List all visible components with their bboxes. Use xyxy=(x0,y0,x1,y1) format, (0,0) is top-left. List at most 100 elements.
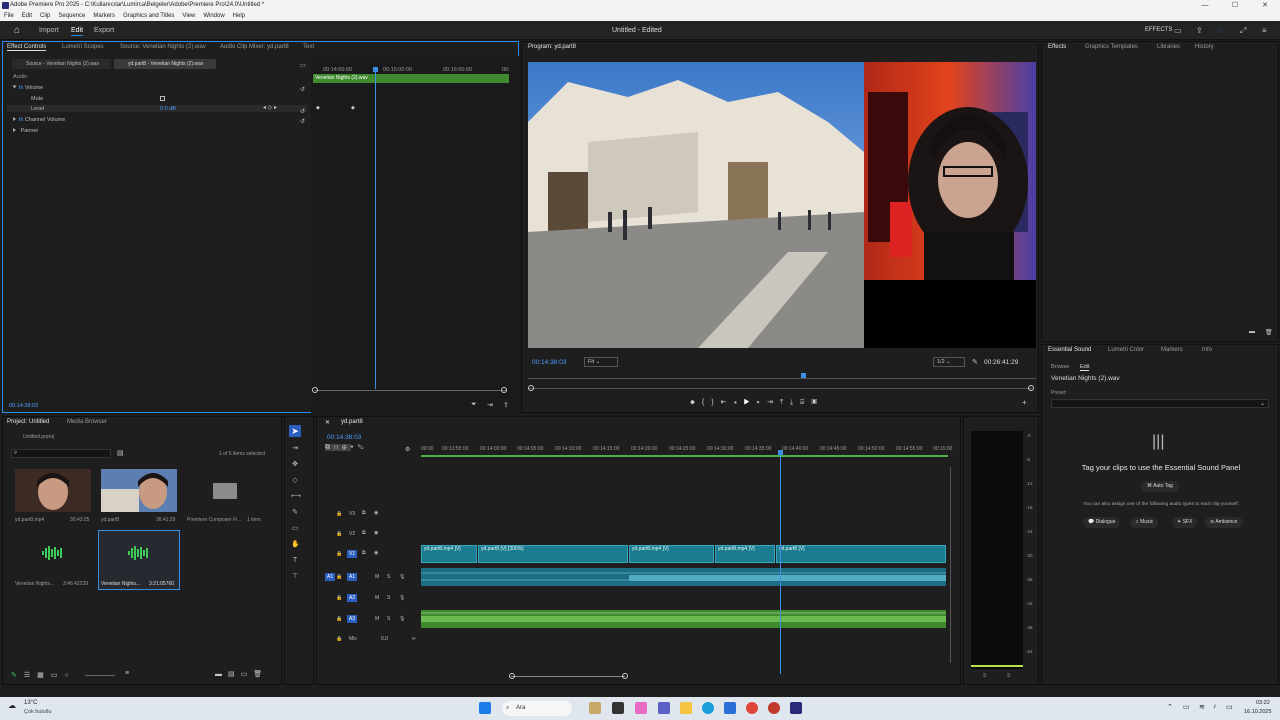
tab-source[interactable]: Source: Venetian Nights (2).wav xyxy=(120,44,206,50)
tab-graphics-templates[interactable]: Graphics Templates xyxy=(1085,44,1138,50)
type-icon[interactable]: T xyxy=(291,557,299,565)
lift-icon[interactable]: ⤒ xyxy=(780,399,790,406)
tab-export[interactable]: Export xyxy=(94,27,114,34)
video-clip[interactable]: yd.part8 [V] xyxy=(776,545,946,563)
pencil-icon[interactable]: ✎ xyxy=(11,672,24,679)
effects-workspace-button[interactable]: EFFECTS xyxy=(1145,27,1172,33)
task-view-icon[interactable] xyxy=(612,702,624,714)
timeline-zoom-left[interactable] xyxy=(509,673,515,679)
tab-libraries[interactable]: Libraries xyxy=(1157,44,1180,50)
timeline-settings-icon[interactable]: ⚙ xyxy=(405,446,410,453)
solo-icon[interactable]: S xyxy=(387,616,390,622)
timeline-playhead-handle[interactable] xyxy=(778,450,783,455)
thumb-size-slider[interactable] xyxy=(85,675,115,676)
premiere-taskbar-icon[interactable] xyxy=(790,702,802,714)
add-button-icon[interactable]: + xyxy=(1022,398,1027,407)
ambience-button[interactable]: ≋ Ambience xyxy=(1205,517,1243,528)
channel-volume-row[interactable]: fx Channel Volume xyxy=(13,117,65,123)
track-v3[interactable]: V3 xyxy=(349,511,355,517)
sort-icon[interactable]: ≡ xyxy=(125,670,129,677)
tab-project[interactable]: Project: Untitled xyxy=(7,419,49,425)
source-a1-patch[interactable]: A1 xyxy=(325,573,336,581)
audio-clip-a3[interactable] xyxy=(421,610,946,628)
sfx-button[interactable]: ✦ SFX xyxy=(1172,517,1198,528)
audio-file-icon[interactable] xyxy=(127,545,151,561)
chrome-icon[interactable] xyxy=(746,702,758,714)
keyframe-icon[interactable]: ◆ xyxy=(316,105,320,111)
tab-markers[interactable]: Markers xyxy=(1161,347,1183,353)
tab-effects[interactable]: Effects xyxy=(1048,44,1066,50)
track-mix[interactable]: Mix xyxy=(349,636,357,642)
track-select-icon[interactable]: ⇥ xyxy=(291,445,299,453)
home-icon[interactable]: ⌂ xyxy=(14,25,20,36)
program-zoom-right[interactable] xyxy=(1028,385,1034,391)
lock-icon[interactable]: 🔒 xyxy=(336,511,342,517)
mic-icon[interactable]: 🎙 xyxy=(399,595,405,601)
program-playhead[interactable] xyxy=(801,373,806,378)
weather-icon[interactable]: ☁ xyxy=(8,701,16,710)
tab-text[interactable]: Text xyxy=(303,44,314,50)
timeline-timecode[interactable]: 00:14:38:03 xyxy=(327,434,361,441)
menu-help[interactable]: Help xyxy=(233,11,245,21)
app-widget-icon[interactable] xyxy=(589,702,601,714)
sync-icon[interactable]: ⧉ xyxy=(362,530,366,536)
auto-tag-button[interactable]: ⌘ Auto Tag xyxy=(1141,481,1179,492)
tab-audio-clip-mixer[interactable]: Audio Clip Mixer: yd.part8 xyxy=(220,44,289,50)
copilot-icon[interactable] xyxy=(635,702,647,714)
file-explorer-icon[interactable] xyxy=(680,702,692,714)
ec-playhead[interactable] xyxy=(375,68,376,389)
menu-markers[interactable]: Markers xyxy=(93,11,115,21)
mix-volume-value[interactable]: 0.0 xyxy=(381,636,388,642)
clock-time[interactable]: 03:22 xyxy=(1256,700,1270,706)
reset-level-icon[interactable]: ↺ xyxy=(300,108,305,115)
play-icon[interactable]: ▶ xyxy=(744,399,757,406)
menu-graphics[interactable]: Graphics and Titles xyxy=(123,11,174,21)
mark-in-icon[interactable]: { xyxy=(702,399,711,406)
clock-date[interactable]: 16.10.2025 xyxy=(1244,709,1272,715)
volume-icon[interactable]: ♪ xyxy=(1213,703,1217,710)
audio-clip-a1[interactable] xyxy=(421,568,946,586)
project-search-input[interactable]: ⌕ xyxy=(11,449,111,458)
mark-out-icon[interactable]: } xyxy=(711,399,720,406)
panner-row[interactable]: Panner xyxy=(13,128,38,134)
project-item-thumb[interactable] xyxy=(15,469,91,512)
track-a1[interactable]: A1 xyxy=(347,573,358,581)
level-value[interactable]: 0.0 dB xyxy=(160,106,176,112)
video-clip[interactable]: yd.part8.mp4 [V] xyxy=(715,545,775,563)
list-view-icon[interactable]: ☰ xyxy=(24,672,37,679)
mute-icon[interactable]: M xyxy=(375,616,379,622)
tab-history[interactable]: History xyxy=(1195,44,1214,50)
program-video-frame[interactable] xyxy=(528,62,1036,348)
wifi-icon[interactable]: ≋ xyxy=(1199,703,1205,711)
tab-edit[interactable]: Edit xyxy=(71,27,84,36)
extract-icon[interactable]: ⤓ xyxy=(790,399,800,406)
start-icon[interactable] xyxy=(479,702,491,714)
video-clip[interactable]: yd.part8.mp4 [V] xyxy=(629,545,714,563)
ec-snap-icon[interactable]: ⇥ xyxy=(487,401,493,409)
step-back-icon[interactable]: ◂ xyxy=(733,399,743,406)
tab-sequence[interactable]: yd.part8 xyxy=(341,419,363,425)
program-scrubber[interactable] xyxy=(528,378,1036,379)
minimize-button[interactable]: — xyxy=(1190,0,1220,11)
freeform-view-icon[interactable]: ▭ xyxy=(51,672,65,679)
workspaces-icon[interactable]: ▭ xyxy=(1174,26,1182,35)
program-timecode[interactable]: 00:14:38:03 xyxy=(532,359,566,366)
teams-icon[interactable] xyxy=(658,702,670,714)
menu-view[interactable]: View xyxy=(182,11,195,21)
tab-lumetri-scopes[interactable]: Lumetri Scopes xyxy=(62,44,104,50)
eye-icon[interactable]: ◉ xyxy=(374,510,378,516)
project-item-thumb[interactable] xyxy=(101,469,177,512)
tab-program[interactable]: Program: yd.part8 xyxy=(528,44,576,50)
menu-clip[interactable]: Clip xyxy=(40,11,50,21)
filter-icon[interactable]: ▭ xyxy=(300,62,306,69)
solo-icon[interactable]: S xyxy=(387,574,390,580)
preset-dropdown[interactable]: ⌄ xyxy=(1051,399,1269,408)
store-icon[interactable] xyxy=(724,702,736,714)
rectangle-icon[interactable]: ▭ xyxy=(291,525,299,533)
fit-dropdown[interactable]: Fit ⌄ xyxy=(584,357,618,367)
reset-icon[interactable]: ↺ xyxy=(300,86,305,93)
mute-icon[interactable]: M xyxy=(375,574,379,580)
ec-zoom-handle-left[interactable] xyxy=(312,387,318,393)
battery-icon[interactable]: ▭ xyxy=(1226,703,1233,711)
menu-sequence[interactable]: Sequence xyxy=(58,11,85,21)
